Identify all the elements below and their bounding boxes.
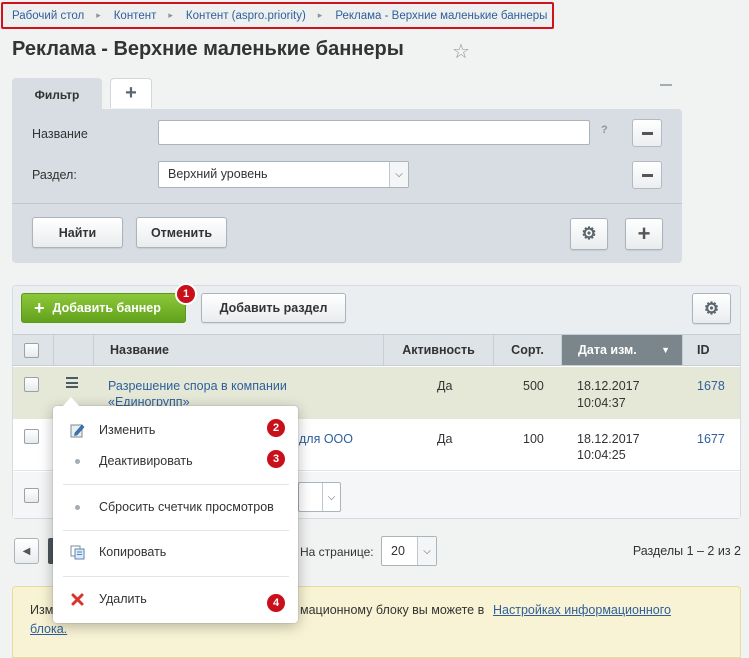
breadcrumb-item-content[interactable]: Контент (114, 10, 157, 22)
menu-item-delete[interactable]: Удалить (53, 586, 298, 612)
section-field-label: Раздел: (32, 168, 77, 182)
add-filter-field-button[interactable]: + (625, 218, 663, 250)
copy-icon (69, 544, 85, 560)
chevron-down-icon[interactable]: ⌵ (389, 162, 408, 187)
edit-icon (69, 422, 85, 438)
step-badge-3: 3 (265, 448, 287, 470)
menu-item-edit[interactable]: Изменить (53, 417, 298, 443)
row-sort: 100 (523, 432, 544, 446)
breadcrumb-chevron-icon: ▸ (96, 10, 101, 20)
column-actions (53, 335, 93, 365)
row-id-link[interactable]: 1678 (697, 378, 725, 394)
row-menu-icon[interactable] (66, 377, 78, 388)
list-settings-button[interactable]: ⚙ (692, 293, 731, 324)
breadcrumb-chevron-icon: ▸ (317, 10, 323, 20)
prev-page-button[interactable]: ◀ (14, 538, 39, 564)
column-name[interactable]: Название (93, 335, 383, 365)
row-id-link[interactable]: 1677 (697, 431, 725, 447)
row-date: 18.12.2017 (577, 432, 640, 446)
menu-item-reset-views[interactable]: Сбросить счетчик просмотров (53, 494, 298, 520)
plus-icon: + (637, 221, 651, 246)
plus-icon: + (34, 297, 45, 318)
dot-icon (69, 499, 85, 515)
menu-separator (63, 576, 289, 577)
menu-separator (63, 484, 289, 485)
row-checkbox[interactable] (24, 429, 39, 444)
breadcrumb-chevron-icon: ▸ (168, 10, 173, 20)
per-page-label: На странице: (300, 545, 374, 559)
remove-name-filter-button[interactable] (632, 119, 662, 147)
chevron-down-icon[interactable]: ⌵ (322, 483, 340, 511)
step-badge-2: 2 (265, 417, 287, 439)
menu-item-deactivate[interactable]: Деактивировать (53, 448, 298, 474)
iblock-settings-link[interactable]: Настройках информационного (493, 603, 671, 617)
page-title: Реклама - Верхние маленькие баннеры (12, 38, 404, 60)
row-date: 18.12.2017 (577, 379, 640, 393)
section-select[interactable]: Верхний уровень (158, 161, 409, 188)
help-icon[interactable]: ? (601, 124, 608, 136)
delete-icon (69, 591, 85, 607)
add-banner-label: Добавить баннер (52, 301, 161, 315)
add-filter-tab-button[interactable]: + (110, 78, 152, 108)
chevron-down-icon[interactable]: ⌵ (417, 537, 436, 565)
select-all-checkbox[interactable] (24, 343, 39, 358)
star-icon[interactable]: ☆ (452, 39, 470, 64)
menu-pointer (62, 397, 80, 407)
plus-icon: + (125, 82, 137, 104)
gear-icon: ⚙ (703, 298, 720, 318)
menu-item-label: Изменить (99, 423, 156, 437)
row-time: 10:04:25 (577, 448, 626, 462)
column-date-label: Дата изм. (578, 343, 637, 357)
add-section-button[interactable]: Добавить раздел (201, 293, 346, 323)
minus-icon (641, 131, 653, 135)
step-badge-4: 4 (265, 592, 287, 614)
iblock-settings-link-cont[interactable]: блока. (30, 622, 67, 636)
minus-icon (641, 173, 653, 177)
find-button[interactable]: Найти (32, 217, 123, 248)
row-active: Да (437, 379, 453, 393)
add-banner-button[interactable]: + Добавить баннер (21, 293, 186, 323)
row-name-link[interactable]: Разрешение спора в компании (108, 378, 287, 394)
breadcrumb-item-desktop[interactable]: Рабочий стол (12, 10, 84, 22)
row-sort: 500 (523, 379, 544, 393)
row-checkbox[interactable] (24, 377, 39, 392)
gear-icon: ⚙ (581, 224, 597, 243)
dot-icon (69, 453, 85, 469)
menu-item-copy[interactable]: Копировать (53, 539, 298, 565)
menu-item-label: Удалить (99, 592, 147, 606)
group-select-checkbox[interactable] (24, 488, 39, 503)
breadcrumb: Рабочий стол ▸ Контент ▸ Контент (aspro.… (1, 2, 554, 29)
column-sort[interactable]: Сорт. (493, 335, 561, 365)
filter-collapse-icon[interactable] (660, 84, 672, 86)
cancel-button[interactable]: Отменить (136, 217, 227, 248)
sections-count: Разделы 1 – 2 из 2 (632, 544, 741, 558)
filter-settings-button[interactable]: ⚙ (570, 218, 608, 250)
row-active: Да (437, 432, 453, 446)
menu-separator (63, 530, 289, 531)
menu-item-label: Деактивировать (99, 454, 193, 468)
filter-tab[interactable]: Фильтр (12, 78, 102, 111)
menu-item-label: Копировать (99, 545, 167, 559)
chevron-left-icon: ◀ (22, 545, 31, 557)
name-filter-input[interactable] (158, 120, 590, 145)
name-field-label: Название (32, 127, 88, 141)
breadcrumb-item-content-aspro[interactable]: Контент (aspro.priority) (186, 10, 306, 22)
row-time: 10:04:37 (577, 396, 626, 410)
breadcrumb-item-current[interactable]: Реклама - Верхние маленькие баннеры (335, 10, 547, 22)
column-id[interactable]: ID (682, 335, 740, 365)
step-badge-1: 1 (175, 283, 197, 305)
column-active[interactable]: Активность (383, 335, 493, 365)
row-name-link[interactable]: для ООО (299, 431, 353, 447)
column-date[interactable]: Дата изм. ▼ (561, 335, 682, 365)
remove-section-filter-button[interactable] (632, 161, 662, 189)
filter-divider (12, 203, 682, 204)
notice-text-start: Изм (30, 603, 54, 617)
notice-text: мационному блоку вы можете в (300, 603, 485, 617)
sort-desc-icon: ▼ (661, 345, 670, 355)
menu-item-label: Сбросить счетчик просмотров (99, 500, 274, 514)
